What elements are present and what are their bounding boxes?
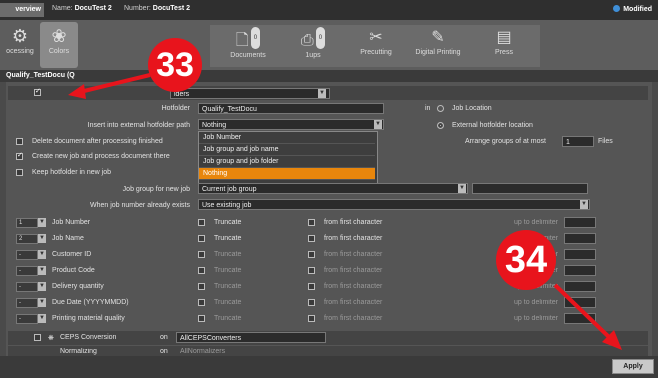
arrow-34-line — [553, 283, 612, 340]
arrow-33-line — [79, 73, 151, 94]
arrow-33-head — [68, 84, 86, 99]
callout-33: 33 — [148, 38, 202, 92]
callout-34: 34 — [496, 230, 556, 290]
annotation-arrows — [68, 73, 622, 350]
